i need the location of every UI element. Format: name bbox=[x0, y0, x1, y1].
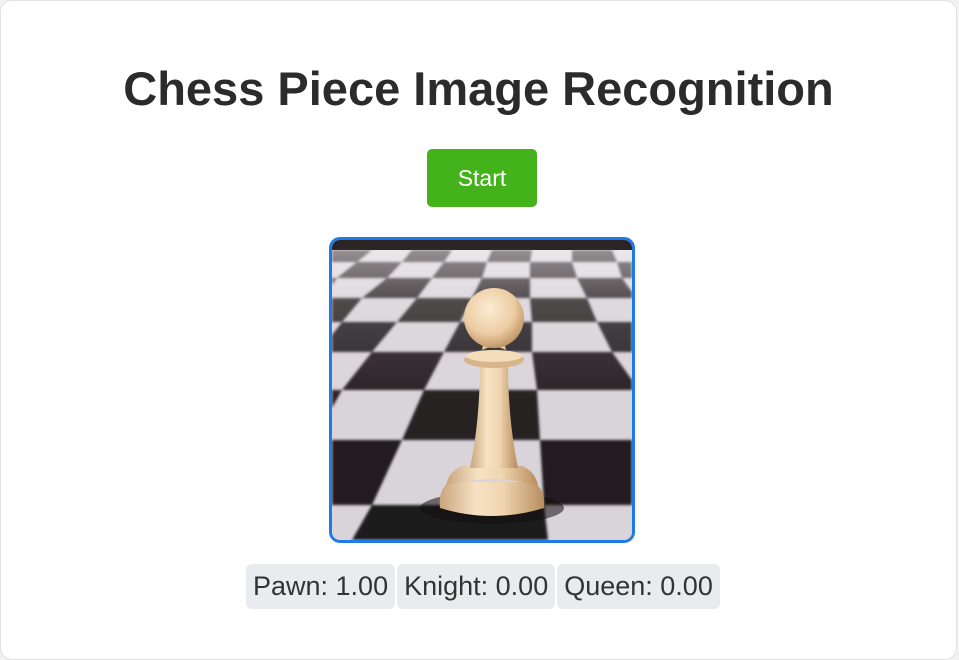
start-button[interactable]: Start bbox=[427, 149, 537, 207]
prediction-pawn: Pawn: 1.00 bbox=[246, 564, 396, 609]
camera-preview bbox=[329, 237, 635, 543]
page-title: Chess Piece Image Recognition bbox=[123, 62, 834, 115]
prediction-knight: Knight: 0.00 bbox=[397, 564, 556, 609]
app-card: Chess Piece Image Recognition Start Pawn… bbox=[0, 0, 957, 660]
chess-pawn-photo bbox=[332, 240, 632, 540]
prediction-queen: Queen: 0.00 bbox=[557, 564, 720, 609]
prediction-results: Pawn: 1.00 Knight: 0.00 Queen: 0.00 bbox=[246, 564, 720, 609]
